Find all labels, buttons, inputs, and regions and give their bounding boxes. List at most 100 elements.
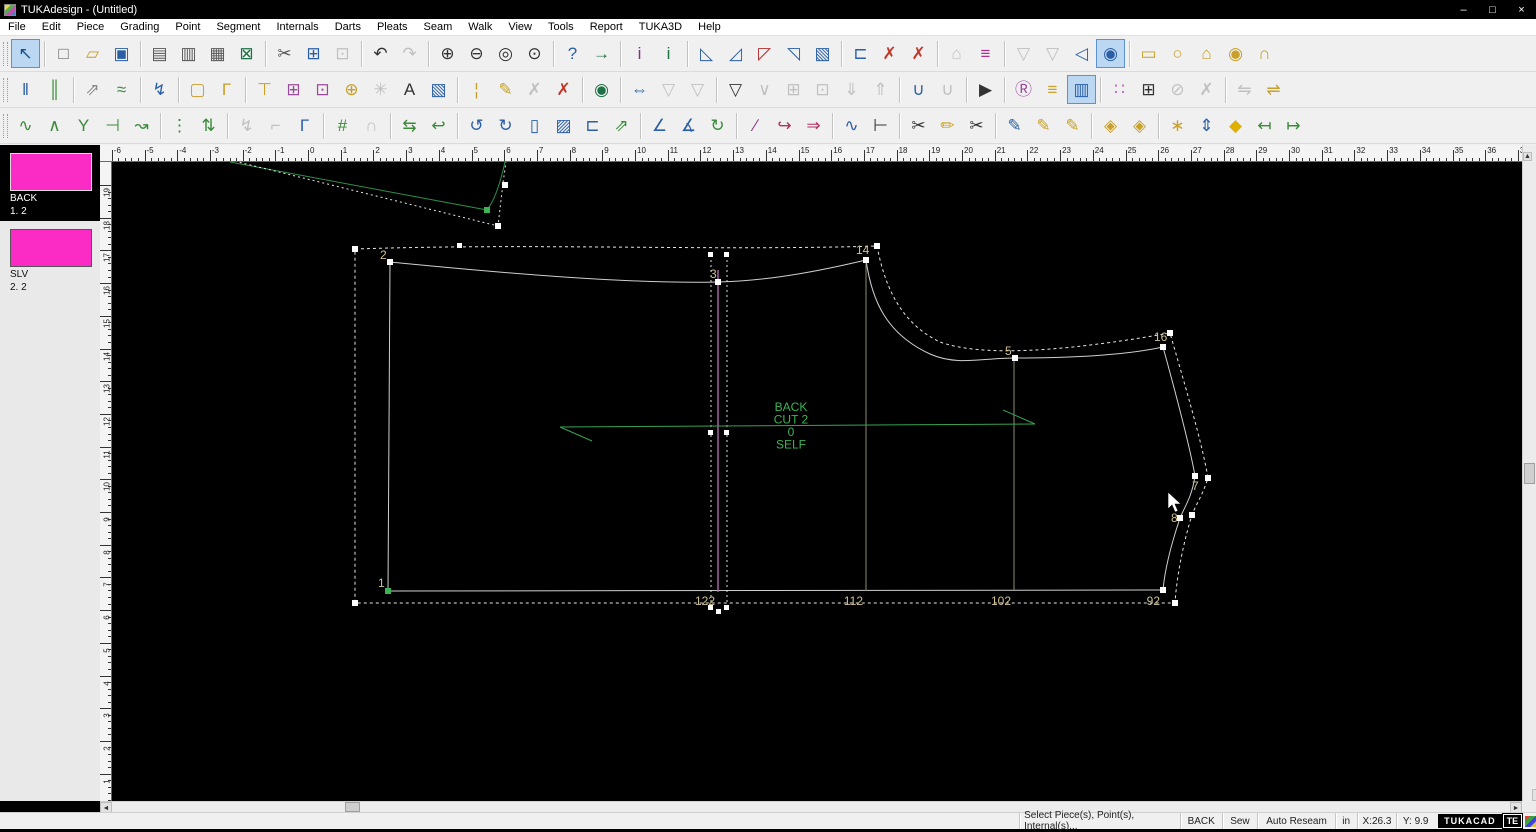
ruler-tool-button[interactable]: ⊢	[866, 111, 895, 140]
menu-point[interactable]: Point	[167, 20, 208, 34]
grade-select-button[interactable]: ▢	[183, 75, 212, 104]
show-list-button[interactable]: ≡	[1038, 75, 1067, 104]
sleeve-piece-partial[interactable]	[230, 162, 508, 229]
status-sew-mode[interactable]: Sew	[1222, 813, 1258, 829]
zip-left-button[interactable]: ↤	[1250, 111, 1279, 140]
grade-zigzag-button[interactable]: ↯	[145, 75, 174, 104]
show-rotation-button[interactable]: Ⓡ	[1009, 75, 1038, 104]
cut-button[interactable]: ✂	[270, 39, 299, 68]
piece-item-back[interactable]: BACK1. 2	[0, 145, 100, 221]
rotate-point-button[interactable]: ↻	[703, 111, 732, 140]
show-grid-button[interactable]: ⊞	[1134, 75, 1163, 104]
piece-swatch[interactable]	[10, 153, 92, 191]
cut-segment-button[interactable]: ✂	[904, 111, 933, 140]
scroll-up-arrow-icon[interactable]: ▲	[1523, 152, 1532, 161]
scroll-down-arrow-icon[interactable]: ▼	[1532, 789, 1536, 801]
pattern-canvas[interactable]: 231416578112211210292 BACKCUT 20SELF	[112, 162, 1522, 801]
dart-new-button[interactable]: ▽	[721, 75, 750, 104]
menu-help[interactable]: Help	[690, 20, 729, 34]
measure-box-button[interactable]: #	[328, 111, 357, 140]
zoom-in-button[interactable]: ⊕	[433, 39, 462, 68]
gem-tool-button[interactable]: ◆	[1221, 111, 1250, 140]
plotter-button[interactable]: ▥	[174, 39, 203, 68]
fullness-button[interactable]: ∗	[1163, 111, 1192, 140]
piece-swatch[interactable]	[10, 229, 92, 267]
seam-in-button[interactable]: ◺	[692, 39, 721, 68]
toggle-seam-view-button[interactable]: ◉	[1096, 39, 1125, 68]
turn-cw-button[interactable]: ↪	[770, 111, 799, 140]
grade-corner-button[interactable]: Γ	[212, 75, 241, 104]
menu-tools[interactable]: Tools	[540, 20, 582, 34]
trace-hand-fill-button[interactable]: ◈	[1125, 111, 1154, 140]
menu-piece[interactable]: Piece	[69, 20, 113, 34]
toolbar-grip[interactable]	[3, 114, 8, 138]
menu-darts[interactable]: Darts	[327, 20, 369, 34]
shape-spiral-button[interactable]: ◉	[1221, 39, 1250, 68]
fold-piece-button[interactable]: ⊏	[846, 39, 875, 68]
toolbar-grip[interactable]	[3, 42, 8, 66]
angle-rotate-button[interactable]: ∡	[674, 111, 703, 140]
piece-corner-button[interactable]: ⊏	[578, 111, 607, 140]
pattern-card-button[interactable]: ≡	[971, 39, 1000, 68]
rotate-cw-button[interactable]: ↻	[491, 111, 520, 140]
grade-copy-button[interactable]: ≈	[107, 75, 136, 104]
zoom-out-button[interactable]: ⊖	[462, 39, 491, 68]
grade-globe-button[interactable]: ◉	[587, 75, 616, 104]
piece-vertical-button[interactable]: ▯	[520, 111, 549, 140]
toolbar-grip[interactable]	[3, 78, 8, 102]
undo-button[interactable]: ↶	[366, 39, 395, 68]
zip-right-button[interactable]: ↦	[1279, 111, 1308, 140]
rotate-ccw-button[interactable]: ↺	[462, 111, 491, 140]
split-segment-button[interactable]: Y	[69, 111, 98, 140]
seam-arrow-button[interactable]: ▶	[971, 75, 1000, 104]
menu-tuka3d[interactable]: TUKA3D	[631, 20, 690, 34]
open-file-button[interactable]: ▱	[78, 39, 107, 68]
print-button[interactable]: ▤	[145, 39, 174, 68]
trace-hand-button[interactable]: ◈	[1096, 111, 1125, 140]
select-button[interactable]: ↖	[11, 39, 40, 68]
status-reseam[interactable]: Auto Reseam	[1257, 813, 1334, 829]
corner-right-button[interactable]: Γ	[290, 111, 319, 140]
pin-tool-button[interactable]: ¦	[462, 75, 491, 104]
minimize-button[interactable]: –	[1449, 0, 1478, 19]
menu-segment[interactable]: Segment	[208, 20, 268, 34]
piece-item-slv[interactable]: SLV2. 2	[0, 221, 100, 297]
grade-target-button[interactable]: ⊕	[337, 75, 366, 104]
pencil-grade-button[interactable]: ✎	[491, 75, 520, 104]
turn-piece-button[interactable]: ⇒	[799, 111, 828, 140]
wave-seam-button[interactable]: ∿	[837, 111, 866, 140]
menu-pleats[interactable]: Pleats	[369, 20, 416, 34]
grade-bars-two-button[interactable]: ‖	[11, 75, 40, 104]
vertical-scrollbar[interactable]: ▲ ▼	[1522, 145, 1536, 801]
text-tool-button[interactable]: A	[395, 75, 424, 104]
show-points-button[interactable]: ∷	[1105, 75, 1134, 104]
dart-width-button[interactable]: ⇔	[625, 75, 654, 104]
angle-measure-button[interactable]: ∠	[645, 111, 674, 140]
draw-zigzag-button[interactable]: ✎	[1058, 111, 1087, 140]
horizontal-scroll-thumb[interactable]	[345, 802, 360, 812]
piece-dashed-button[interactable]: ▨	[549, 111, 578, 140]
seam-define-button[interactable]: ▧	[808, 39, 837, 68]
seam-out-button[interactable]: ◿	[721, 39, 750, 68]
shape-pentagon-button[interactable]: ⌂	[1192, 39, 1221, 68]
cut-notch-button[interactable]: ✂	[962, 111, 991, 140]
close-button[interactable]: ×	[1507, 0, 1536, 19]
walk-forward-button[interactable]: ⇌	[1259, 75, 1288, 104]
piece-info-button[interactable]: i	[625, 39, 654, 68]
draw-curve-button[interactable]: ✎	[1029, 111, 1058, 140]
seam-piece-button[interactable]: ◹	[779, 39, 808, 68]
shape-oval-button[interactable]: ○	[1163, 39, 1192, 68]
pleat-new-button[interactable]: ∪	[904, 75, 933, 104]
move-point-button[interactable]: ↝	[127, 111, 156, 140]
exchange-pieces-button[interactable]: ⇆	[395, 111, 424, 140]
vertical-scroll-thumb[interactable]	[1524, 463, 1535, 484]
remove-seam-button[interactable]: ✗	[875, 39, 904, 68]
new-file-button[interactable]: □	[49, 39, 78, 68]
horizontal-scrollbar[interactable]: ◄ ►	[100, 801, 1522, 812]
menu-grading[interactable]: Grading	[112, 20, 167, 34]
menu-view[interactable]: View	[500, 20, 540, 34]
remove-all-seams-button[interactable]: ✗	[904, 39, 933, 68]
horizontal-scroll-track[interactable]	[112, 802, 1510, 812]
menu-internals[interactable]: Internals	[268, 20, 326, 34]
seam-corner-button[interactable]: ◸	[750, 39, 779, 68]
